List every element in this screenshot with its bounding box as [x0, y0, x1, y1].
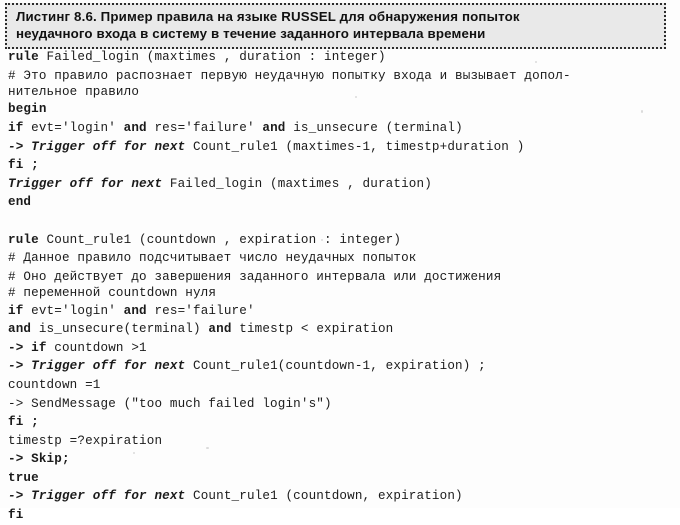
code-keyword: and [123, 303, 147, 318]
code-line: -> Trigger off for next Count_rule1 (max… [8, 138, 676, 157]
code-line: -> Trigger off for next Count_rule1 (cou… [8, 487, 676, 506]
code-text: timestp =?expiration [8, 433, 163, 448]
code-keyword: begin [8, 102, 47, 117]
code-text: is_unsecure(terminal) [31, 322, 209, 337]
listing-page: Листинг 8.6. Пример правила на языке RUS… [0, 0, 680, 522]
code-line: true [8, 469, 676, 488]
code-keyword: fi [8, 508, 24, 523]
code-text: Failed_login (maxtimes , duration : inte… [38, 50, 386, 64]
code-line: rule Failed_login (maxtimes , duration :… [8, 48, 676, 67]
code-line: if evt='login' and res='failure' [8, 302, 676, 321]
code-line: # переменной countdown нуля [8, 286, 676, 301]
code-text: evt='login' [23, 120, 124, 135]
scan-speck [641, 110, 643, 113]
code-text: # Это правило распознает первую неудачну… [8, 68, 571, 83]
code-text: Failed_login (maxtimes , duration) [162, 176, 432, 191]
code-text: # Оно действует до завершения заданного … [8, 269, 502, 284]
scan-speck [206, 447, 209, 449]
code-line: end [8, 193, 676, 212]
code-line: # Это правило распознает первую неудачну… [8, 67, 676, 86]
code-keyword: true [8, 470, 39, 485]
code-line: -> Skip; [8, 450, 676, 469]
scan-speck [355, 96, 357, 98]
code-line: # Оно действует до завершения заданного … [8, 268, 676, 287]
code-text: Count_rule1 (countdown, expiration) [185, 489, 463, 504]
code-keyword: end [8, 195, 32, 210]
code-line: if evt='login' and res='failure' and is_… [8, 119, 676, 138]
code-text: Count_rule1(countdown-1, expiration) ; [185, 359, 486, 374]
listing-caption-box: Листинг 8.6. Пример правила на языке RUS… [5, 3, 666, 49]
code-keyword: -> Skip; [8, 452, 70, 467]
code-listing: rule Failed_login (maxtimes , duration :… [8, 48, 676, 525]
code-text: # Данное правило подсчитывает число неуд… [8, 251, 417, 266]
listing-caption-line-2: неудачного входа в систему в течение зад… [16, 25, 486, 41]
code-text: # переменной countdown нуля [8, 286, 217, 301]
code-text: res='failure' [146, 120, 263, 135]
code-line: -> SendMessage ("too much failed login's… [8, 395, 676, 414]
code-text: Count_rule1 (countdown , expiration : in… [38, 232, 402, 247]
code-line: -> Trigger off for next Count_rule1(coun… [8, 357, 676, 376]
code-text: Count_rule1 (maxtimes-1, timestp+duratio… [185, 139, 525, 154]
code-line: timestp =?expiration [8, 432, 676, 451]
code-text: is_unsecure (terminal) [285, 120, 463, 135]
code-line: -> if countdown >1 [8, 339, 676, 358]
code-line: fi ; [8, 413, 676, 432]
listing-caption-line-1: Листинг 8.6. Пример правила на языке RUS… [16, 9, 520, 24]
code-text: evt='login' [23, 303, 124, 318]
code-keyword: -> Trigger off for next [8, 139, 186, 154]
code-text: countdown >1 [46, 340, 147, 355]
code-keyword: Trigger off for next [8, 176, 163, 191]
scan-speck [146, 181, 148, 184]
code-keyword: and [208, 322, 232, 337]
scan-speck [263, 365, 265, 367]
code-keyword: fi ; [8, 415, 39, 430]
code-text: res='failure' [146, 303, 255, 318]
code-keyword: -> Trigger off for next [8, 359, 186, 374]
code-line: нительное правило [8, 85, 676, 100]
code-line: begin [8, 100, 676, 119]
code-text: нительное правило [8, 85, 140, 100]
code-keyword: and [262, 120, 286, 135]
code-text: countdown =1 [8, 377, 101, 392]
code-keyword: fi ; [8, 158, 39, 173]
code-line: # Данное правило подсчитывает число неуд… [8, 249, 676, 268]
code-keyword: rule [8, 50, 39, 64]
code-keyword: and [123, 120, 147, 135]
code-keyword: -> if [8, 340, 47, 355]
code-line: and is_unsecure(terminal) and timestp < … [8, 320, 676, 339]
scan-speck [133, 452, 135, 454]
scan-speck [321, 239, 323, 241]
code-keyword: if [8, 120, 24, 135]
code-line: countdown =1 [8, 376, 676, 395]
code-keyword: -> Trigger off for next [8, 489, 186, 504]
code-text: timestp < expiration [231, 322, 394, 337]
code-keyword: rule [8, 232, 39, 247]
code-text: -> SendMessage ("too much failed login's… [8, 396, 332, 411]
code-line: fi ; [8, 156, 676, 175]
code-keyword: and [8, 322, 32, 337]
scan-speck [535, 61, 537, 63]
code-keyword: if [8, 303, 24, 318]
code-line: fi [8, 506, 676, 525]
code-line: Trigger off for next Failed_login (maxti… [8, 175, 676, 194]
code-line: rule Count_rule1 (countdown , expiration… [8, 231, 676, 250]
